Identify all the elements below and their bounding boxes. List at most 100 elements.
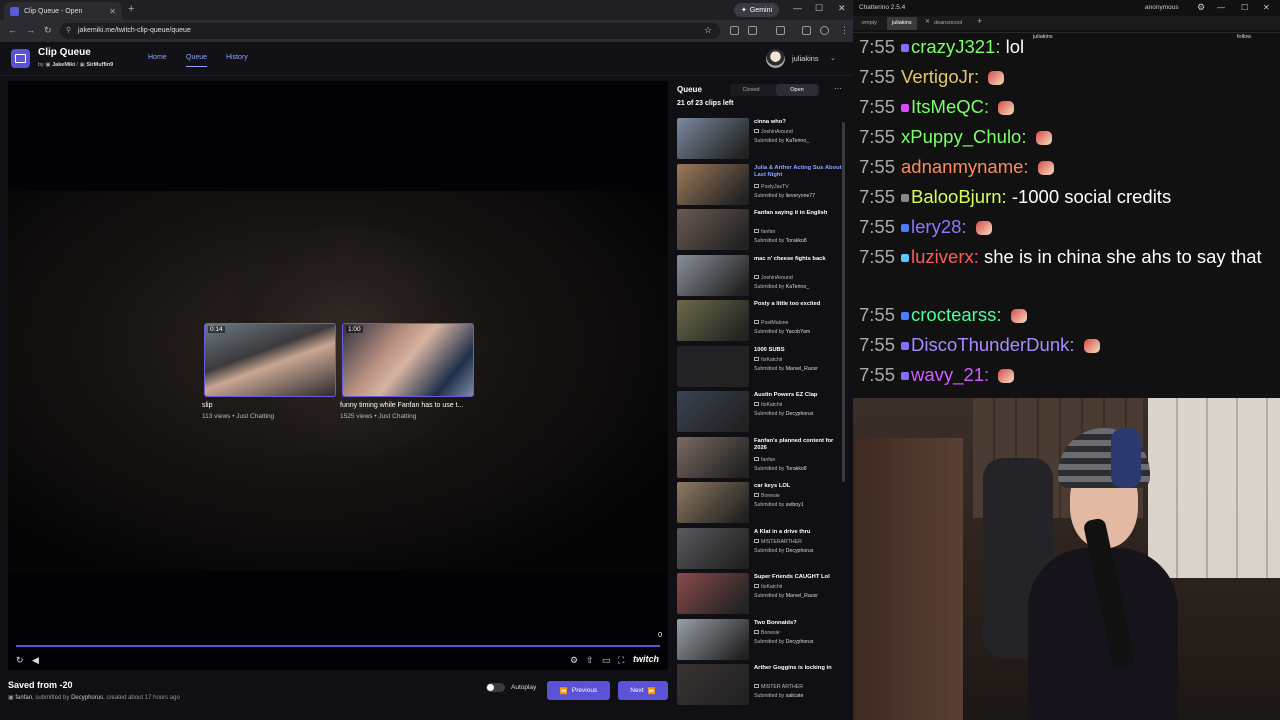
chat-username[interactable]: xPuppy_Chulo: — [901, 126, 1026, 147]
autoplay-toggle[interactable] — [486, 683, 505, 692]
chat-username[interactable]: croctearss: — [911, 304, 1001, 325]
queue-item-title[interactable]: Two Bonnaids? — [754, 620, 842, 627]
cast-icon[interactable] — [776, 26, 785, 35]
author-link[interactable]: SirMuffin9 — [86, 62, 113, 68]
chat-tab[interactable]: empty — [857, 17, 882, 30]
queue-item[interactable]: cinna who? JoshinAround Submitted by KaTer… — [676, 118, 842, 161]
chat-tab[interactable]: deansocool — [929, 17, 967, 30]
queue-item-thumbnail[interactable] — [677, 482, 749, 523]
previous-button[interactable]: ⏪ Previous — [547, 681, 610, 700]
channel-link[interactable]: fanfan — [15, 695, 32, 701]
queue-item[interactable]: Fanfan saying it in English fanfan Submitt… — [676, 209, 842, 252]
close-window-icon[interactable]: ✕ — [838, 3, 846, 14]
queue-item[interactable]: 1000 SUBS ItsKatchii Submitted by Marvel_R… — [676, 345, 842, 389]
author-link[interactable]: JakeMiki — [52, 62, 75, 68]
chat-username[interactable]: VertigoJr: — [901, 66, 979, 87]
account-name[interactable]: anonymous — [1145, 4, 1179, 11]
related-clip-title[interactable]: slip — [202, 402, 213, 409]
related-clip-thumbnail[interactable]: 1:00 — [342, 323, 474, 397]
nav-history[interactable]: History — [226, 54, 248, 61]
settings-gear-icon[interactable]: ⚙ — [1197, 2, 1205, 13]
replay-icon[interactable]: ↻ — [16, 655, 24, 666]
queue-item[interactable]: Posty a little too excited PostMalone Subm… — [676, 300, 842, 343]
chat-username[interactable]: BalooBjurn: — [911, 186, 1007, 207]
settings-gear-icon[interactable]: ⚙ — [570, 655, 578, 666]
queue-item[interactable]: A Klat in a drive thru MISTERARTHER Submit… — [676, 527, 842, 571]
queue-item-title[interactable]: 1000 SUBS — [754, 347, 842, 354]
close-tab-icon[interactable]: ✕ — [109, 7, 116, 16]
queue-item-title[interactable]: Arther Goggins is locking in — [754, 665, 842, 672]
twitch-logo[interactable]: twitch — [633, 654, 659, 664]
avatar[interactable] — [766, 49, 785, 68]
chat-username[interactable]: ItsMeQC: — [911, 96, 989, 117]
minimize-icon[interactable]: — — [793, 3, 802, 13]
share-icon[interactable]: ⇧ — [586, 655, 594, 666]
new-tab-icon[interactable]: + — [128, 3, 134, 15]
add-tab-icon[interactable]: + — [977, 16, 982, 26]
related-clip-thumbnail[interactable]: 0:14 — [204, 323, 336, 397]
minimize-icon[interactable]: — — [1217, 3, 1225, 12]
related-clip-title[interactable]: funny timing while Fanfan has to use t..… — [340, 402, 463, 409]
chat-username[interactable]: luziverx: — [911, 246, 979, 267]
queue-item-title[interactable]: Super Friends CAUGHT Lol — [754, 574, 842, 581]
chat-username[interactable]: DiscoThunderDunk: — [911, 334, 1075, 355]
queue-item-title[interactable]: mac n' cheese fights back — [754, 256, 842, 263]
address-bar[interactable]: ⚲ jakemiki.me/twitch-clip-queue/queue — [60, 23, 720, 39]
queue-item-title[interactable]: Austin Powers EZ Clap — [754, 392, 842, 399]
back-icon[interactable]: ← — [8, 25, 17, 35]
reload-icon[interactable]: ↻ — [44, 25, 52, 36]
queue-item-thumbnail[interactable] — [677, 345, 749, 387]
queue-item-thumbnail[interactable] — [677, 391, 749, 432]
bookmark-star-icon[interactable]: ☆ — [704, 25, 712, 36]
queue-item[interactable]: mac n' cheese fights back JoshinAround Sub… — [676, 254, 842, 298]
queue-scrollbar[interactable] — [842, 122, 845, 482]
next-button[interactable]: Next ⏩ — [618, 681, 668, 700]
queue-item[interactable]: Arther Goggins is locking in MISTER ARTHE… — [676, 664, 842, 706]
queue-item-thumbnail[interactable] — [677, 618, 749, 660]
queue-status-toggle[interactable]: Closed Open — [730, 84, 820, 96]
queue-item-thumbnail[interactable] — [677, 573, 749, 614]
account-avatar-icon[interactable] — [820, 26, 829, 35]
queue-more-icon[interactable]: ⋯ — [834, 84, 842, 93]
close-window-icon[interactable]: ✕ — [1263, 3, 1270, 12]
tab-closed[interactable]: Closed — [730, 84, 772, 96]
site-info-icon[interactable]: ⚲ — [66, 23, 71, 39]
queue-item[interactable]: car keys LOL Bonesie Submitted by aviboy1 — [676, 482, 842, 525]
queue-item-title[interactable]: Julia & Arther Acting Sus About Last Nig… — [754, 165, 842, 179]
queue-item-title[interactable]: Fanfan saying it in English — [754, 210, 842, 217]
browser-tab[interactable]: Clip Queue - Open ✕ — [4, 2, 122, 20]
queue-item-title[interactable]: cinna who? — [754, 119, 842, 126]
queue-list[interactable]: cinna who? JoshinAround Submitted by KaTer… — [676, 118, 842, 706]
nav-queue[interactable]: Queue — [186, 54, 208, 67]
clip-icon[interactable]: ▭ — [602, 655, 611, 666]
forward-icon[interactable]: → — [26, 25, 35, 35]
queue-item-thumbnail[interactable] — [677, 118, 749, 159]
queue-item[interactable]: Julia & Arther Acting Sus About Last Nig… — [676, 163, 842, 207]
chat-tab[interactable]: juliakins — [887, 17, 917, 30]
nav-home[interactable]: Home — [148, 54, 167, 61]
extension-icon[interactable] — [730, 26, 739, 35]
queue-item[interactable]: Two Bonnaids? Bonesie Submitted by Decypho… — [676, 618, 842, 662]
fullscreen-icon[interactable]: ⛶ — [618, 655, 624, 666]
queue-item-thumbnail[interactable] — [677, 527, 749, 569]
queue-item[interactable]: Fanfan's planned content for 2026 fanfan S… — [676, 436, 842, 480]
chevron-down-icon[interactable]: ⌄ — [830, 54, 836, 62]
queue-item-thumbnail[interactable] — [677, 163, 749, 205]
queue-item[interactable]: Austin Powers EZ Clap ItsKatchii Submitted… — [676, 391, 842, 434]
gemini-button[interactable]: ✦ Gemini — [734, 3, 780, 17]
user-menu[interactable]: juliakins — [792, 54, 819, 63]
video-player[interactable]: 0:14 slip 113 views • Just Chatting 1:00… — [8, 81, 668, 670]
chat-username[interactable]: wavy_21: — [911, 364, 989, 385]
maximize-icon[interactable]: ☐ — [815, 3, 823, 14]
queue-item-thumbnail[interactable] — [677, 664, 749, 705]
volume-icon[interactable]: ◀ — [32, 655, 39, 666]
queue-item-thumbnail[interactable] — [677, 254, 749, 296]
chat-username[interactable]: crazyJ321: — [911, 36, 1000, 57]
queue-item-title[interactable]: Fanfan's planned content for 2026 — [754, 438, 842, 452]
menu-dots-icon[interactable]: ⋮ — [840, 25, 849, 36]
puzzle-icon[interactable] — [748, 26, 757, 35]
progress-bar[interactable] — [16, 645, 660, 647]
tab-open[interactable]: Open — [776, 84, 818, 96]
queue-item-title[interactable]: A Klat in a drive thru — [754, 529, 842, 536]
queue-item-title[interactable]: Posty a little too excited — [754, 301, 842, 308]
